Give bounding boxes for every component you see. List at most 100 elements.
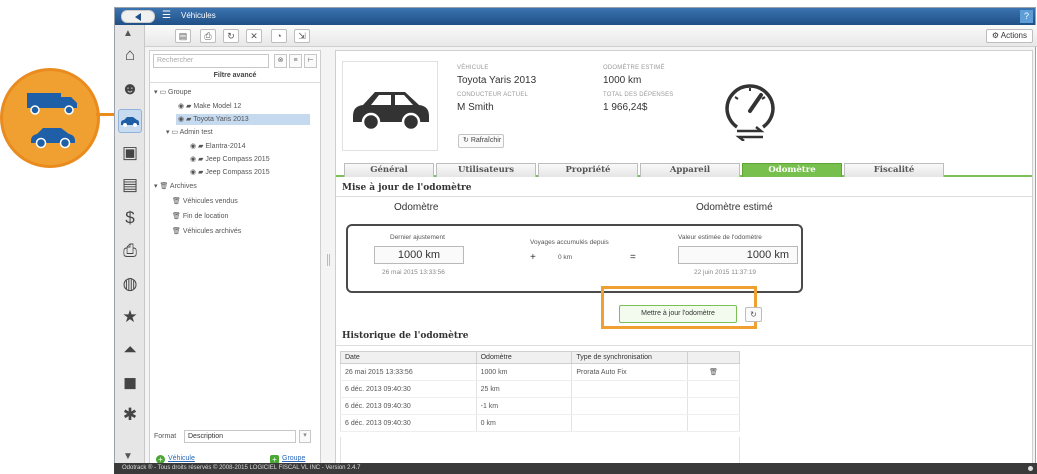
tab-bar: Général Utilisateurs Propriété Appareil …	[336, 161, 1032, 177]
update-refresh-icon[interactable]: ↻	[745, 307, 762, 322]
table-row[interactable]: 6 déc. 2013 09:40:30 -1 km	[340, 397, 740, 415]
nav-expenses-icon[interactable]: $	[118, 206, 142, 230]
col-date[interactable]: Date	[340, 351, 477, 364]
nav-print-icon[interactable]: ⎙	[118, 239, 142, 263]
tab-general[interactable]: Général	[344, 163, 434, 177]
tree-item-group[interactable]: ▾ ▭ Groupe	[154, 87, 191, 98]
estimated-odometer-label: Odomètre estimé	[603, 65, 665, 71]
back-button[interactable]	[121, 10, 155, 23]
clear-search-icon[interactable]: ⊗	[274, 54, 287, 68]
cell-date: 6 déc. 2013 09:40:30	[340, 397, 477, 415]
tree-item-vehicle[interactable]: ◉ ▰ Elantra-2014	[190, 141, 245, 152]
cell-actions	[687, 414, 740, 432]
tree-item-vehicle[interactable]: ◉ ▰ Make Model 12	[178, 101, 241, 112]
tab-device[interactable]: Appareil	[640, 163, 740, 177]
last-adjust-date: 26 mai 2015 13:33:56	[382, 269, 445, 276]
cell-date: 6 déc. 2013 09:40:30	[340, 380, 477, 398]
format-select[interactable]: Description	[184, 430, 296, 443]
nav-vehicles-icon[interactable]	[118, 109, 142, 133]
print-icon[interactable]: ⎙	[200, 29, 216, 43]
status-dot-icon	[1028, 466, 1033, 471]
odometer-column-header: Odomètre	[394, 202, 439, 213]
help-button[interactable]: ?	[1020, 10, 1033, 23]
search-input[interactable]: Rechercher	[153, 54, 269, 68]
refresh-icon[interactable]: ↻	[223, 29, 239, 43]
format-dropdown-icon[interactable]: ▾	[299, 430, 311, 443]
tree-item-vehicle-selected[interactable]: ◉ ▰ Toyota Yaris 2013	[176, 114, 310, 125]
col-sync-type[interactable]: Type de synchronisation	[571, 351, 689, 364]
tree-item-archives[interactable]: ▾ 🗑 Archives	[154, 181, 197, 192]
history-section-title: Historique de l'odomètre	[342, 331, 469, 341]
tree-item-group[interactable]: ▾ ▭ Admin test	[166, 127, 213, 138]
col-odometer[interactable]: Odomètre	[475, 351, 573, 364]
menu-icon[interactable]: ☰	[162, 10, 176, 22]
total-expenses-label: Total des dépenses	[603, 92, 674, 98]
delete-icon[interactable]: ✕	[246, 29, 262, 43]
tab-users[interactable]: Utilisateurs	[436, 163, 536, 177]
left-nav: ▲ ⌂ ☻ ▣ ▤ $ ⎙ ◍ ★ ⏶ ◼ ✱ ▼	[115, 25, 145, 474]
table-row[interactable]: 6 déc. 2013 09:40:30 0 km	[340, 414, 740, 432]
copy-icon[interactable]: ▤	[175, 29, 191, 43]
tab-tax[interactable]: Fiscalité	[844, 163, 944, 177]
import-icon[interactable]: ⇲	[294, 29, 310, 43]
nav-devices-icon[interactable]: ▣	[118, 141, 142, 165]
tree-item-vehicle[interactable]: ◉ ▰ Jeep Compass 2015	[190, 167, 270, 178]
title-bar: ☰ Véhicules ?	[115, 8, 1035, 25]
delete-row-icon[interactable]: 🗑	[687, 363, 740, 381]
update-section-divider	[336, 196, 1032, 197]
footer-bar: Odotrack ® - Tous droits réservés © 2008…	[114, 463, 1037, 474]
nav-down-arrow-icon[interactable]: ▼	[123, 451, 133, 462]
last-adjust-field[interactable]: 1000 km	[374, 246, 464, 264]
odometer-calc-box: Dernier ajustement 1000 km 26 mai 2015 1…	[346, 224, 803, 293]
cell-odometer: 25 km	[475, 380, 573, 398]
window-title: Véhicules	[181, 11, 216, 20]
plus-sign: +	[530, 252, 536, 263]
actions-button[interactable]: ⚙ Actions	[985, 29, 1033, 43]
vehicle-header: Véhicule Toyota Yaris 2013 Conducteur ac…	[336, 51, 1032, 161]
last-adjust-label: Dernier ajustement	[390, 234, 445, 241]
tree-item-archive[interactable]: 🗑 Véhicules archivés	[172, 226, 241, 237]
tab-odometer[interactable]: Odomètre	[742, 163, 842, 177]
table-row[interactable]: 6 déc. 2013 09:40:30 25 km	[340, 380, 740, 398]
list-view-icon[interactable]: ≡	[289, 54, 302, 68]
estimated-value-field[interactable]: 1000 km	[678, 246, 798, 264]
cell-sync: Prorata Auto Fix	[571, 363, 689, 381]
cell-actions	[687, 397, 740, 415]
nav-up-arrow-icon[interactable]: ▲	[123, 28, 133, 39]
add-group-link[interactable]: Groupe	[282, 455, 305, 462]
refresh-button[interactable]: ↻ Rafraîchir	[458, 134, 504, 148]
tab-ownership[interactable]: Propriété	[538, 163, 638, 177]
add-vehicle-link[interactable]: Véhicule	[168, 455, 195, 462]
nav-road-icon[interactable]: ⏶	[118, 338, 142, 362]
cell-sync	[571, 380, 689, 398]
driver-value: M Smith	[457, 102, 494, 113]
history-table: Date Odomètre Type de synchronisation 26…	[340, 351, 740, 432]
tree-item-label: Groupe	[168, 89, 192, 96]
tree-item-archive[interactable]: 🗑 Véhicules vendus	[172, 196, 238, 207]
vehicle-label: Véhicule	[457, 65, 489, 71]
update-section-title: Mise à jour de l'odomètre	[342, 183, 472, 193]
nav-users-icon[interactable]: ☻	[118, 77, 142, 101]
tree-item-vehicle[interactable]: ◉ ▰ Jeep Compass 2015	[190, 154, 270, 165]
dashboard-icon[interactable]: ◔	[271, 29, 287, 43]
nav-home-icon[interactable]: ⌂	[118, 43, 142, 67]
tree-item-label: Elantra-2014	[205, 143, 246, 150]
tree-item-label: Fin de location	[182, 213, 229, 220]
advanced-filter-toggle[interactable]: Filtre avancé	[150, 72, 320, 79]
col-actions	[687, 351, 740, 364]
tree-item-label: Toyota Yaris 2013	[193, 116, 249, 123]
table-row[interactable]: 26 mai 2015 13:33:56 1000 km Prorata Aut…	[340, 363, 740, 381]
cell-date: 26 mai 2015 13:33:56	[340, 363, 477, 381]
tree-view-icon[interactable]: ⊢	[304, 54, 317, 68]
panel-splitter[interactable]	[327, 254, 330, 266]
equals-sign: =	[630, 252, 636, 263]
nav-map-icon[interactable]: ▤	[118, 173, 142, 197]
nav-globe-icon[interactable]: ◍	[118, 272, 142, 296]
tree-item-archive[interactable]: 🗑 Fin de location	[172, 211, 228, 222]
cell-odometer: 0 km	[475, 414, 573, 432]
nav-settings-icon[interactable]: ✱	[118, 403, 142, 427]
update-odometer-button[interactable]: Mettre à jour l'odomètre	[619, 305, 737, 323]
nav-check-icon[interactable]: ◼	[118, 371, 142, 395]
toolbar: ▤ ⎙ ↻ ✕ ◔ ⇲ ⚙ Actions	[145, 25, 1037, 47]
nav-star-icon[interactable]: ★	[118, 305, 142, 329]
